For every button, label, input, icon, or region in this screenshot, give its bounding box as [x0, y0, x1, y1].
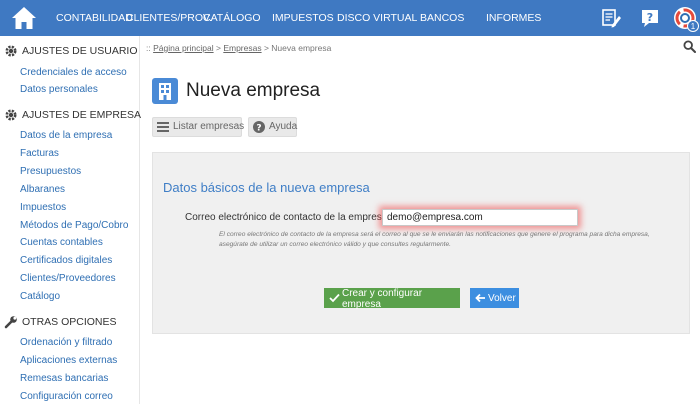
- section-otras-opciones: OTRAS OPCIONES: [4, 315, 138, 329]
- sidebar-item-impuestos[interactable]: Impuestos: [20, 201, 66, 215]
- breadcrumb-prefix: ::: [146, 43, 151, 53]
- sidebar-item-albaranes[interactable]: Albaranes: [20, 183, 65, 197]
- sidebar-item-configuracion-correo[interactable]: Configuración correo: [20, 390, 113, 404]
- help-button[interactable]: ? Ayuda: [248, 117, 297, 137]
- nav-clientes-prov[interactable]: CLIENTES/PROV.: [126, 0, 212, 36]
- create-and-configure-button[interactable]: Crear y configurar empresa: [324, 288, 460, 310]
- form-section-title: Datos básicos de la nueva empresa: [163, 180, 370, 195]
- email-field-label: Correo electrónico de contacto de la emp…: [185, 212, 391, 223]
- nav-contabilidad[interactable]: CONTABILIDAD: [56, 0, 133, 36]
- question-circle-icon: ?: [253, 121, 265, 133]
- edit-notes-icon[interactable]: [600, 7, 622, 29]
- email-help-text: El correo electrónico de contacto de la …: [219, 231, 650, 248]
- sidebar-item-aplicaciones[interactable]: Aplicaciones externas: [20, 354, 117, 368]
- breadcrumb-separator: >: [263, 43, 269, 53]
- page-title: Nueva empresa: [186, 80, 321, 101]
- breadcrumb-home-link[interactable]: Página principal: [153, 43, 213, 53]
- arrow-left-icon: [475, 293, 485, 303]
- section-title: OTRAS OPCIONES: [22, 316, 117, 328]
- breadcrumb-separator: >: [215, 43, 221, 53]
- nav-impuestos[interactable]: IMPUESTOS: [272, 0, 334, 36]
- wrench-icon: [4, 316, 17, 329]
- gear-icon: [5, 45, 17, 57]
- list-companies-button[interactable]: Listar empresas: [152, 117, 245, 137]
- new-company-form-panel: Datos básicos de la nueva empresa Correo…: [152, 152, 690, 334]
- sidebar-item-cuentas-contables[interactable]: Cuentas contables: [20, 236, 103, 250]
- nav-informes[interactable]: INFORMES: [486, 0, 541, 36]
- sidebar-item-ordenacion[interactable]: Ordenación y filtrado: [20, 336, 112, 350]
- breadcrumb-empresas-link[interactable]: Empresas: [223, 43, 261, 53]
- svg-text:?: ?: [647, 11, 653, 24]
- sidebar-item-datos-empresa[interactable]: Datos de la empresa: [20, 129, 112, 143]
- sidebar-item-facturas[interactable]: Facturas: [20, 147, 59, 161]
- checkmark-icon: [329, 293, 340, 303]
- sidebar-item-certificados[interactable]: Certificados digitales: [20, 254, 112, 268]
- nav-bancos[interactable]: BANCOS: [420, 0, 464, 36]
- sidebar-item-remesas[interactable]: Remesas bancarias: [20, 372, 108, 386]
- sidebar-item-metodos-pago[interactable]: Métodos de Pago/Cobro: [20, 219, 128, 233]
- help-label: Ayuda: [269, 121, 298, 132]
- list-icon: [157, 122, 169, 132]
- list-companies-label: Listar empresas: [173, 121, 245, 132]
- sidebar-item-presupuestos[interactable]: Presupuestos: [20, 165, 81, 179]
- gear-icon: [5, 109, 17, 121]
- sidebar-item-catalogo[interactable]: Catálogo: [20, 290, 60, 304]
- company-building-icon: [152, 78, 178, 104]
- sidebar-item-datos-personales[interactable]: Datos personales: [20, 83, 98, 97]
- home-icon[interactable]: [10, 5, 38, 31]
- user-avatar[interactable]: 1: [673, 6, 699, 32]
- contact-email-field[interactable]: [382, 209, 578, 226]
- nav-disco-virtual[interactable]: DISCO VIRTUAL: [337, 0, 417, 36]
- create-button-label: Crear y configurar empresa: [342, 288, 423, 310]
- section-title: AJUSTES DE EMPRESA: [22, 109, 142, 121]
- nav-catalogo[interactable]: CATÁLOGO: [203, 0, 261, 36]
- help-question-icon[interactable]: ?: [639, 7, 661, 29]
- section-ajustes-empresa: AJUSTES DE EMPRESA: [4, 108, 142, 122]
- back-button[interactable]: Volver: [470, 288, 519, 308]
- back-button-label: Volver: [488, 292, 516, 304]
- search-icon[interactable]: [683, 40, 696, 53]
- breadcrumb-current: Nueva empresa: [271, 43, 332, 53]
- section-ajustes-usuario: AJUSTES DE USUARIO: [4, 44, 138, 58]
- breadcrumb: :: Página principal > Empresas > Nueva e…: [146, 43, 331, 53]
- settings-sidebar: AJUSTES DE USUARIO Credenciales de acces…: [0, 36, 142, 404]
- sidebar-item-clientes-proveedores[interactable]: Clientes/Proveedores: [20, 272, 116, 286]
- section-title: AJUSTES DE USUARIO: [22, 45, 138, 57]
- sidebar-item-credenciales[interactable]: Credenciales de acceso: [20, 66, 127, 80]
- notification-badge: 1: [687, 20, 699, 32]
- svg-text:?: ?: [256, 124, 261, 134]
- top-navigation-bar: CONTABILIDAD CLIENTES/PROV. CATÁLOGO IMP…: [0, 0, 700, 36]
